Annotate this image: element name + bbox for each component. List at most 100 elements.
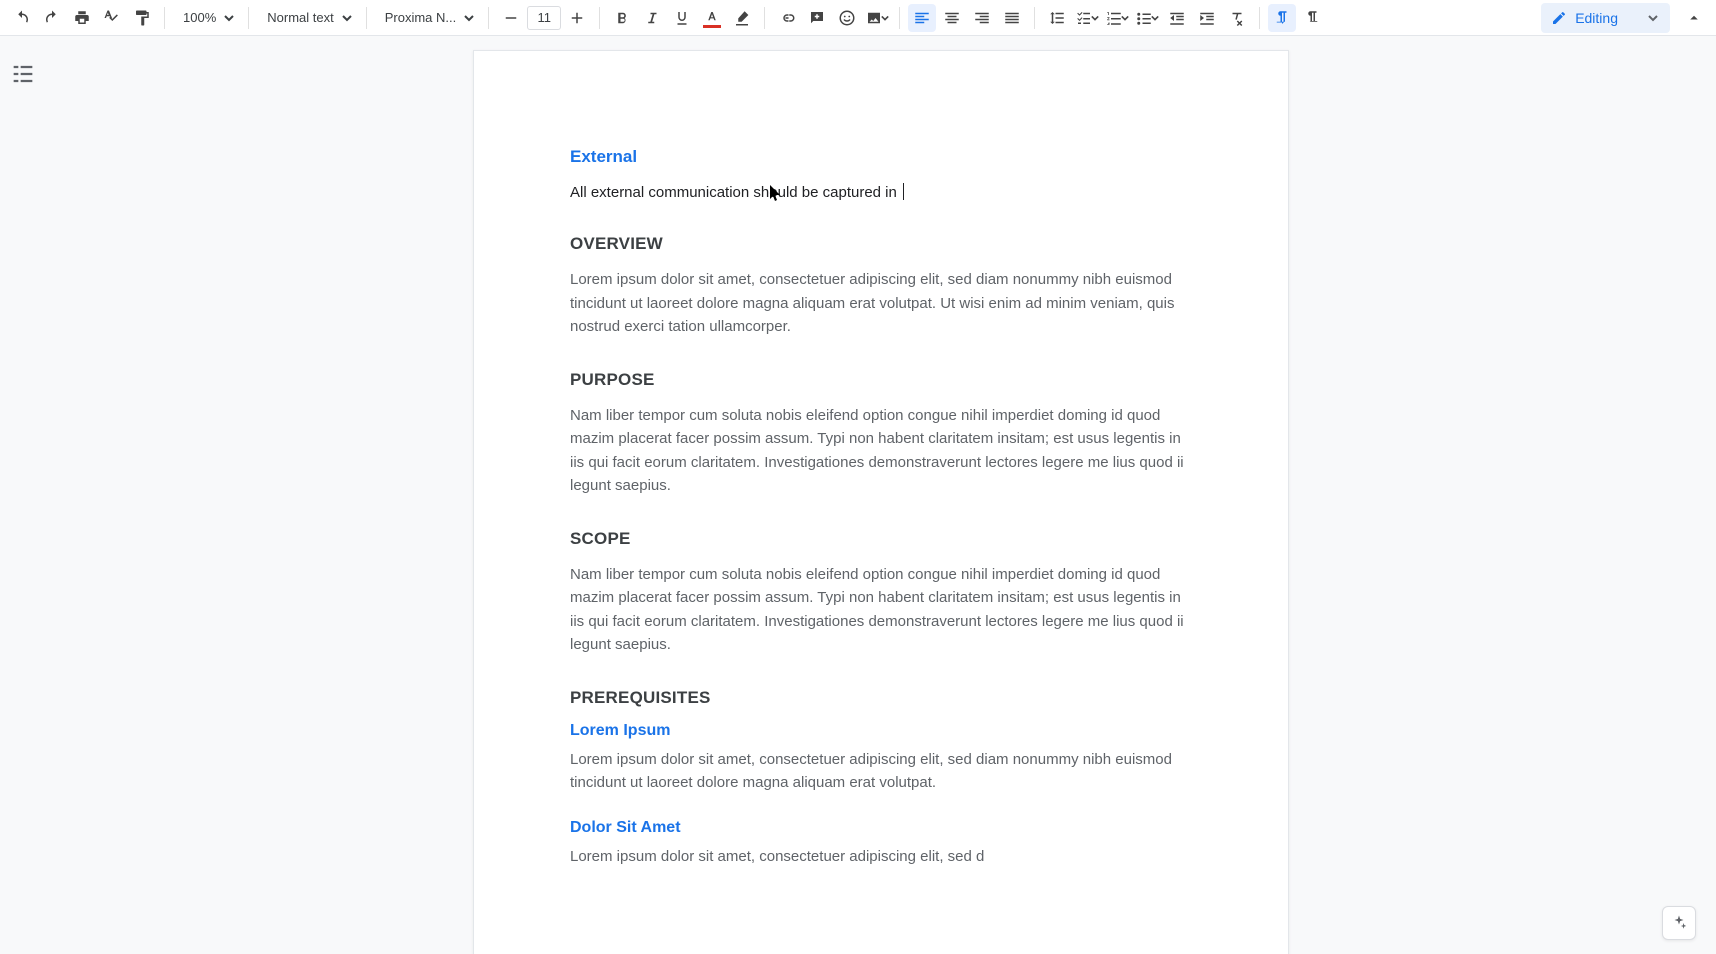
chevron-down-icon [342,13,352,23]
separator [164,7,165,29]
zoom-select[interactable]: 100% [173,4,240,32]
italic-button[interactable] [638,4,666,32]
align-justify-button[interactable] [998,4,1026,32]
chevron-down-icon [224,13,234,23]
separator [899,7,900,29]
emoji-icon [838,9,856,27]
page[interactable]: External All external communication shou… [473,50,1289,954]
heading-scope[interactable]: SCOPE [570,529,1192,549]
clear-format-icon [1228,9,1246,27]
text-color-swatch [703,25,721,28]
numbered-list-button[interactable] [1103,4,1131,32]
indent-increase-icon [1198,9,1216,27]
checklist-button[interactable] [1073,4,1101,32]
print-button[interactable] [68,4,96,32]
zoom-value: 100% [183,10,216,25]
paint-format-button[interactable] [128,4,156,32]
separator [488,7,489,29]
redo-button[interactable] [38,4,66,32]
separator [248,7,249,29]
increase-indent-button[interactable] [1193,4,1221,32]
align-left-icon [913,9,931,27]
editing-mode-select[interactable]: Editing [1541,3,1670,33]
link-icon [778,9,796,27]
increase-font-size-button[interactable] [563,4,591,32]
font-size-input[interactable]: 11 [527,6,561,30]
rtl-button[interactable] [1298,4,1326,32]
heading-prerequisites[interactable]: PREREQUISITES [570,688,1192,708]
separator [1034,7,1035,29]
separator [599,7,600,29]
redo-icon [43,9,61,27]
explore-icon [1670,914,1688,932]
print-icon [73,9,91,27]
decrease-font-size-button[interactable] [497,4,525,32]
chevron-down-icon [464,13,474,23]
bold-icon [613,9,631,27]
prereq-sub1-paragraph[interactable]: Lorem ipsum dolor sit amet, consectetuer… [570,748,1192,795]
undo-icon [13,9,31,27]
paragraph-style-select[interactable]: Normal text [257,4,357,32]
heading-purpose[interactable]: PURPOSE [570,370,1192,390]
outline-icon [9,60,37,88]
highlighter-icon [733,9,751,27]
align-left-button[interactable] [908,4,936,32]
subheading-lorem-ipsum[interactable]: Lorem Ipsum [570,722,1192,740]
chevron-down-icon [1121,14,1129,22]
highlight-color-button[interactable] [728,4,756,32]
purpose-paragraph[interactable]: Nam liber tempor cum soluta nobis eleife… [570,404,1192,497]
chevron-up-icon [1685,9,1703,27]
external-paragraph[interactable]: All external communication should be cap… [570,181,1192,204]
line-spacing-icon [1048,9,1066,27]
align-right-button[interactable] [968,4,996,32]
scope-paragraph[interactable]: Nam liber tempor cum soluta nobis eleife… [570,563,1192,656]
chevron-down-icon [1091,14,1099,22]
add-comment-button[interactable] [803,4,831,32]
insert-link-button[interactable] [773,4,801,32]
spellcheck-button[interactable] [98,4,126,32]
chevron-down-icon [1151,14,1159,22]
font-size-group: 11 [497,4,591,32]
heading-external[interactable]: External [570,147,1192,167]
plus-icon [568,9,586,27]
comment-plus-icon [808,9,826,27]
subheading-dolor-sit-amet[interactable]: Dolor Sit Amet [570,819,1192,837]
bold-button[interactable] [608,4,636,32]
paragraph-style-value: Normal text [267,10,333,25]
font-family-select[interactable]: Proxima N... [375,4,481,32]
chevron-down-icon [881,14,889,22]
explore-button[interactable] [1662,906,1696,940]
pencil-icon [1551,10,1567,26]
overview-paragraph[interactable]: Lorem ipsum dolor sit amet, consectetuer… [570,268,1192,338]
heading-overview[interactable]: OVERVIEW [570,234,1192,254]
left-rail [0,36,46,954]
toolbar: 100% Normal text Proxima N... 11 [0,0,1716,36]
italic-icon [643,9,661,27]
font-family-value: Proxima N... [385,10,457,25]
prereq-sub2-paragraph[interactable]: Lorem ipsum dolor sit amet, consectetuer… [570,845,1192,868]
separator [366,7,367,29]
line-spacing-button[interactable] [1043,4,1071,32]
separator [764,7,765,29]
hide-menus-button[interactable] [1680,4,1708,32]
insert-emoji-button[interactable] [833,4,861,32]
paint-roller-icon [133,9,151,27]
indent-decrease-icon [1168,9,1186,27]
ltr-button[interactable] [1268,4,1296,32]
align-justify-icon [1003,9,1021,27]
editing-mode-label: Editing [1575,10,1618,26]
underline-icon [673,9,691,27]
insert-image-button[interactable] [863,4,891,32]
undo-button[interactable] [8,4,36,32]
decrease-indent-button[interactable] [1163,4,1191,32]
text-color-button[interactable] [698,4,726,32]
document-outline-button[interactable] [9,60,37,88]
rtl-icon [1303,9,1321,27]
bulleted-list-button[interactable] [1133,4,1161,32]
align-center-button[interactable] [938,4,966,32]
separator [1259,7,1260,29]
clear-formatting-button[interactable] [1223,4,1251,32]
document-canvas[interactable]: External All external communication shou… [46,36,1716,954]
spellcheck-icon [103,9,121,27]
underline-button[interactable] [668,4,696,32]
